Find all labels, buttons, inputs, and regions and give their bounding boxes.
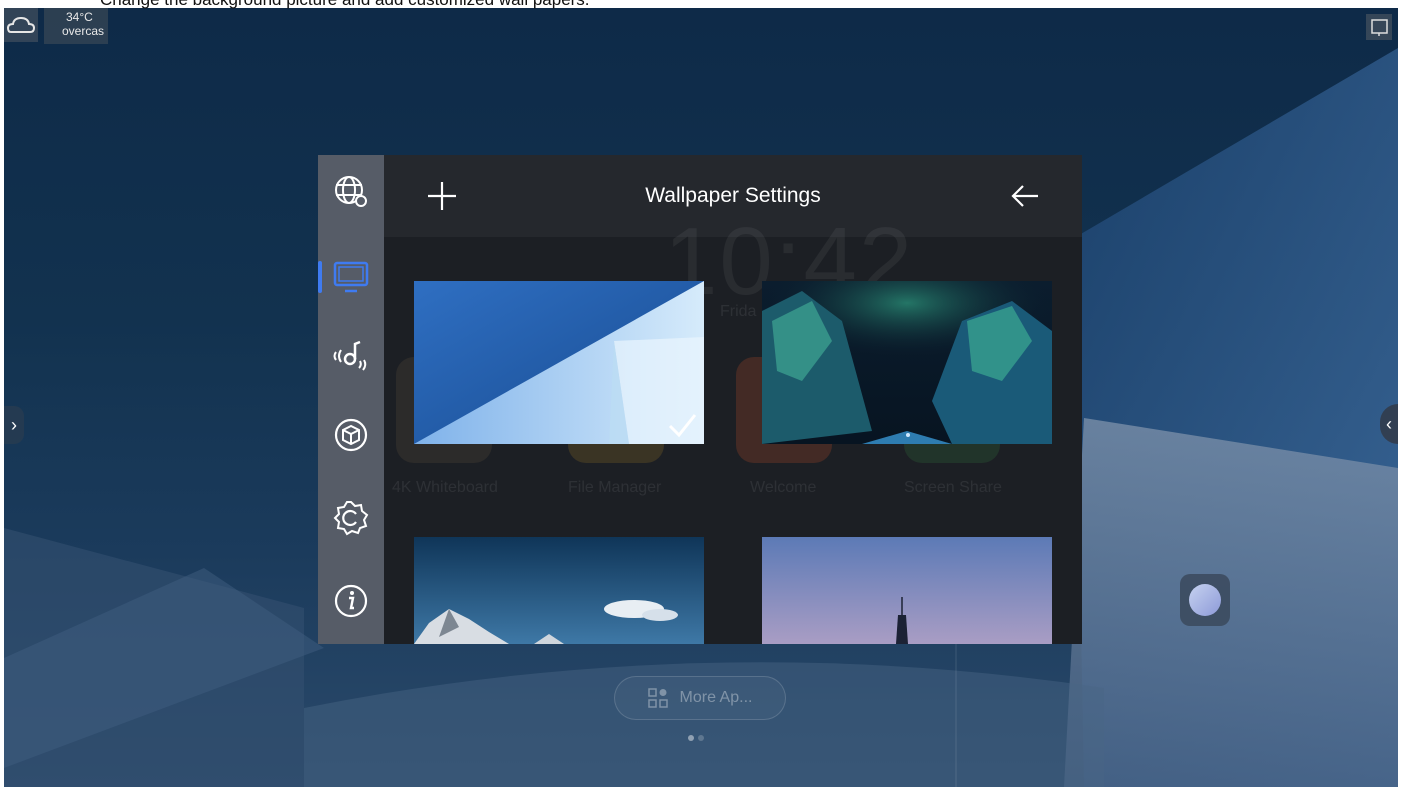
more-apps-label: More Ap...	[679, 689, 753, 706]
wallpaper-thumbnail-aurora-mountains[interactable]	[762, 281, 1052, 444]
temperature-text: 34°C	[66, 10, 93, 24]
background-app-label: Screen Share	[904, 479, 1002, 496]
sidebar-item-network[interactable]	[318, 162, 384, 222]
more-apps-button[interactable]: More Ap...	[614, 676, 786, 720]
sidebar-item-audio[interactable]	[318, 325, 384, 385]
sidebar-item-system[interactable]	[318, 488, 384, 548]
info-icon	[334, 584, 368, 618]
gear-icon	[333, 501, 369, 536]
globe-settings-icon	[335, 176, 367, 207]
settings-sidebar	[318, 155, 384, 644]
page-dot	[688, 735, 694, 741]
wallpaper-thumbnail-blue-geometric[interactable]	[414, 281, 704, 444]
screen-cast-icon[interactable]	[1366, 14, 1392, 40]
left-edge-expand-button[interactable]: ›	[4, 406, 24, 444]
floating-assistive-button[interactable]	[1180, 574, 1230, 626]
arrow-left-icon	[1011, 185, 1038, 207]
cloud-icon[interactable]	[4, 8, 38, 42]
sidebar-item-apps[interactable]	[318, 405, 384, 465]
background-app-label: Welcome	[750, 479, 817, 496]
background-day-text: Frida	[720, 303, 757, 320]
apps-grid-icon	[647, 688, 668, 708]
chevron-right-icon: ›	[11, 415, 17, 435]
page-dot	[698, 735, 704, 741]
audio-wave-icon	[333, 340, 367, 371]
wallpaper-settings-panel: Wallpaper Settings 10:42 Frida 4K Whiteb…	[318, 155, 1082, 644]
chevron-left-icon: ‹	[1386, 414, 1392, 434]
weather-widget[interactable]: 34°C overcas	[44, 8, 108, 44]
active-indicator	[318, 261, 322, 293]
sidebar-item-display[interactable]	[318, 247, 384, 307]
plus-icon	[428, 182, 456, 210]
background-app-label: 4K Whiteboard	[392, 479, 498, 496]
page-indicator	[688, 728, 708, 746]
weather-condition-text: overcas	[62, 24, 105, 38]
back-button[interactable]	[1008, 179, 1042, 213]
background-app-label: File Manager	[568, 479, 662, 496]
page-caption: Change the background picture and add cu…	[100, 0, 590, 10]
add-wallpaper-button[interactable]	[424, 178, 460, 214]
wallpaper-grid: 10:42 Frida 4K Whiteboard File Manager W…	[384, 208, 1082, 644]
sidebar-item-about[interactable]	[318, 571, 384, 631]
cube-icon	[334, 418, 368, 452]
wallpaper-thumbnail-snow-mountains[interactable]	[414, 537, 704, 644]
monitor-icon	[333, 261, 369, 293]
wallpaper-thumbnail-city-tower-dusk[interactable]	[762, 537, 1052, 644]
